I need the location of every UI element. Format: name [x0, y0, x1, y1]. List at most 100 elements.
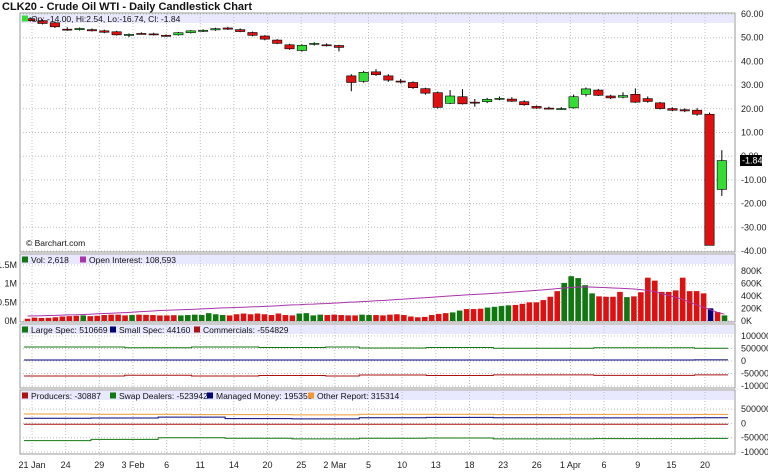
managed-money-swatch [207, 392, 213, 399]
x-tick-label: 3 Feb [121, 460, 144, 470]
candle-body [185, 30, 196, 34]
volume-bar [568, 276, 574, 321]
volume-bar [122, 315, 128, 321]
volume-bar [289, 315, 296, 321]
candle-body [605, 95, 616, 99]
volume-bar [324, 315, 330, 321]
candle-body [333, 45, 344, 48]
volume-bar [219, 315, 226, 321]
volume-bar [282, 315, 289, 321]
volume-bar [345, 315, 351, 321]
watermark: © Barchart.com [26, 238, 85, 248]
volume-bar [303, 313, 310, 321]
volume-bar [331, 314, 337, 321]
x-tick-label: 10 [397, 460, 407, 470]
price-tick-label: 40.00 [741, 56, 764, 66]
volume-bar [526, 302, 533, 321]
candle-body [580, 88, 591, 95]
x-tick-label: 23 [498, 460, 508, 470]
cot-tick-label: 1000000 [741, 331, 768, 341]
x-tick-label: 9 [635, 460, 640, 470]
volume-bar [247, 314, 254, 321]
x-tick-label: 29 [94, 460, 104, 470]
volume-bar [94, 315, 100, 321]
volume-bar [45, 317, 52, 321]
volume-bar [645, 277, 651, 321]
volume-bar [415, 317, 421, 321]
candle-body [692, 109, 703, 115]
volume-bar [617, 291, 623, 321]
price-tick-label: 50.00 [741, 33, 764, 43]
volume-bar [143, 314, 149, 321]
volume-bar [52, 317, 59, 321]
volume-tick-label: 0M [4, 316, 17, 326]
candle-body [148, 33, 159, 36]
price-tick-label: -30.00 [741, 222, 767, 232]
candle-body [247, 32, 258, 36]
cot2-tick-label: 0 [741, 418, 746, 428]
volume-bar [387, 314, 393, 321]
vol-legend-swatch [22, 256, 28, 263]
volume-bar [240, 313, 247, 321]
volume-bar [108, 314, 114, 321]
volume-bar [610, 296, 616, 321]
candle-body [383, 75, 394, 81]
volume-bar [658, 291, 665, 321]
commercials-legend: Commercials: -554829 [203, 325, 289, 335]
candle-body [506, 98, 517, 102]
volume-bar [624, 297, 630, 321]
cot-tick-label: -1000000 [741, 381, 768, 391]
candle-body [457, 96, 468, 105]
volume-bar [205, 313, 212, 321]
chart-canvas: 60.0050.0040.0030.0020.0010.000.00-10.00… [0, 9, 768, 470]
volume-bar [73, 315, 80, 321]
cot2-tick-label: 500000 [741, 404, 768, 414]
volume-bar [129, 315, 135, 321]
price-tick-label: 30.00 [741, 80, 764, 90]
candle-body [123, 34, 134, 36]
x-tick-label: 2 Mar [323, 460, 346, 470]
volume-bar [191, 314, 198, 321]
volume-bar [261, 314, 268, 321]
x-tick-label: 15 [666, 460, 676, 470]
volume-bar [498, 306, 505, 321]
candle-body [296, 44, 307, 51]
candle-body [630, 94, 641, 103]
volume-bar [178, 315, 184, 321]
vol-legend: Vol: 2,618 [31, 255, 69, 265]
volume-bar [296, 313, 303, 321]
candle-body [86, 29, 97, 32]
volume-bar [359, 314, 365, 321]
candle-body [321, 44, 332, 47]
volume-bar [456, 310, 463, 321]
commercials-swatch [194, 326, 200, 333]
cot-tick-label: -500000 [741, 369, 768, 379]
candle-body [469, 101, 480, 104]
candle-body [432, 92, 443, 108]
volume-bar [693, 291, 700, 321]
x-tick-label: 6 [602, 460, 607, 470]
volume-bar [596, 296, 602, 321]
volume-bar [352, 315, 358, 321]
volume-bar [157, 315, 163, 321]
volume-tick-label: 0.5M [0, 297, 17, 307]
candle-body [284, 44, 295, 50]
volume-bar [408, 316, 414, 321]
volume-bar [714, 312, 721, 321]
volume-bar [428, 315, 435, 321]
price-legend: Op: -14.00, Hi:2.54, Lo:-16.74, Cl: -1.8… [31, 14, 181, 24]
last-price-label: -1.84 [742, 156, 763, 166]
volume-bar [338, 315, 344, 321]
volume-bar [554, 291, 561, 321]
candle-body [235, 29, 246, 32]
x-tick-label: 1 Apr [560, 460, 581, 470]
managed-money-legend: Managed Money: 195355 [216, 391, 313, 401]
other-report-legend: Other Report: 315314 [317, 391, 399, 401]
volume-bar [442, 313, 449, 321]
candle-body [222, 27, 233, 30]
x-tick-label: 21 Jan [18, 460, 45, 470]
volume-bar [589, 293, 595, 321]
volume-bar [80, 315, 87, 321]
candle-body [716, 160, 727, 190]
other-report-swatch [308, 392, 314, 399]
